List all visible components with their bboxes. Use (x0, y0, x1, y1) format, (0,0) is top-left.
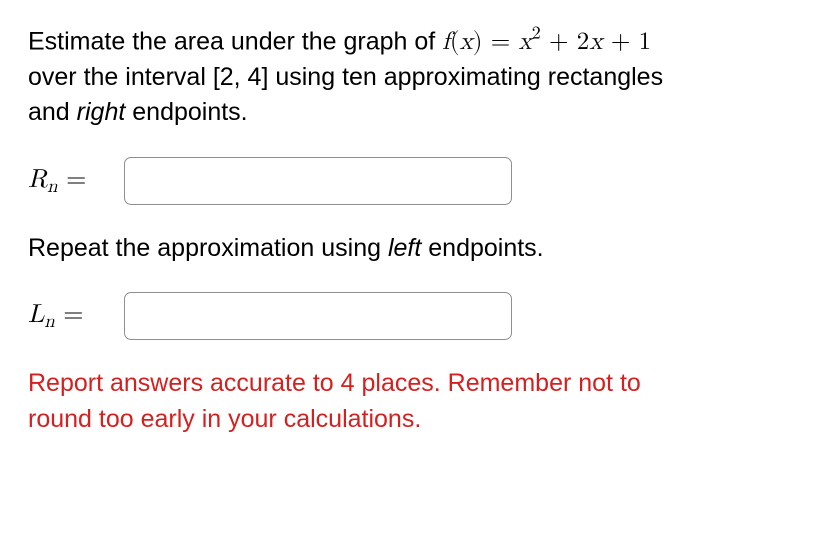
ln-label: Ln = (28, 297, 108, 336)
sym-R: R (28, 167, 47, 193)
ln-row: Ln = (28, 292, 800, 340)
question-container: Estimate the area under the graph of f(x… (0, 0, 828, 457)
paren-open: ( (450, 29, 460, 54)
rn-label: Rn = (28, 162, 108, 201)
exponent: 2 (532, 25, 541, 43)
emphasis-left: left (388, 234, 421, 262)
prompt-part: Estimate the area under the graph of (28, 27, 442, 55)
rn-row: Rn = (28, 157, 800, 205)
sym-x: x (589, 29, 602, 54)
equals: = (55, 302, 84, 328)
emphasis-right: right (77, 98, 126, 126)
equals: = (58, 167, 87, 193)
sub-n: n (44, 312, 54, 331)
note-line: round too early in your calculations. (28, 405, 421, 433)
repeat-part: Repeat the approximation using (28, 234, 388, 262)
prompt-text: Estimate the area under the graph of f(x… (28, 22, 800, 131)
function-expression: f(x) = x2 + 2x + 1 (442, 29, 651, 54)
sym-x: x (519, 29, 532, 54)
note-line: Report answers accurate to 4 places. Rem… (28, 369, 641, 397)
sym-L: L (28, 302, 44, 328)
sym-x: x (460, 29, 473, 54)
repeat-text: Repeat the approximation using left endp… (28, 231, 800, 267)
rn-input[interactable] (124, 157, 512, 205)
sym-f: f (442, 29, 450, 54)
accuracy-note: Report answers accurate to 4 places. Rem… (28, 366, 800, 437)
equals: = (482, 29, 518, 54)
prompt-part: over the interval [2, 4] using ten appro… (28, 63, 663, 91)
prompt-part: and (28, 98, 77, 126)
plus-term: + 1 (603, 29, 652, 54)
plus-term: + 2 (541, 29, 590, 54)
repeat-part: endpoints. (421, 234, 543, 262)
sub-n: n (47, 177, 57, 196)
ln-input[interactable] (124, 292, 512, 340)
prompt-part: endpoints. (125, 98, 247, 126)
